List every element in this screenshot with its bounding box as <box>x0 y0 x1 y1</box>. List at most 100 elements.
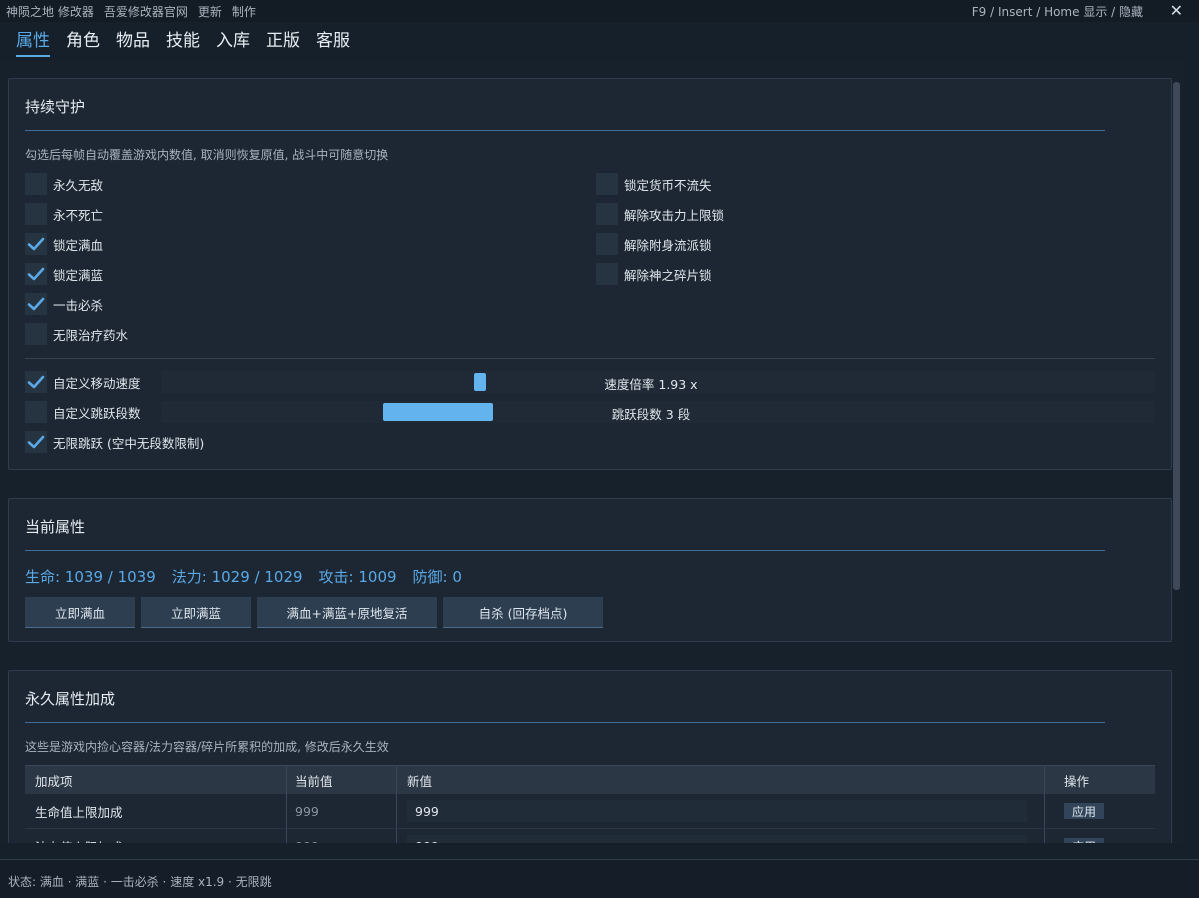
guard-description: 勾选后每帧自动覆盖游戏内数值, 取消则恢复原值, 战斗中可随意切换 <box>25 148 389 162</box>
speed-value: 速度倍率 1.93 x <box>604 377 698 392</box>
bonus-name: 生命值上限加成 <box>25 794 287 828</box>
content-area: 持续守护 勾选后每帧自动覆盖游戏内数值, 取消则恢复原值, 战斗中可随意切换 永… <box>0 62 1185 843</box>
lock-full-mp-option[interactable]: 锁定满蓝 <box>25 263 103 285</box>
one-hit-kill-option[interactable]: 一击必杀 <box>25 293 103 315</box>
header-new: 新值 <box>397 766 1045 794</box>
permanent-bonus-panel: 永久属性加成 这些是游戏内捡心容器/法力容器/碎片所累积的加成, 修改后永久生效… <box>8 670 1172 843</box>
permanent-bonus-title: 永久属性加成 <box>25 690 116 708</box>
lock-currency-option[interactable]: 锁定货币不流失 <box>596 173 712 195</box>
option-label: 无限治疗药水 <box>53 327 129 343</box>
header-action: 操作 <box>1064 773 1090 789</box>
vertical-scrollbar[interactable] <box>1173 82 1180 590</box>
status-bar: 状态: 满血 · 满蓝 · 一击必杀 · 速度 x1.9 · 无限跳 <box>0 859 1199 898</box>
title-divider <box>25 722 1105 723</box>
jump-slider[interactable]: 跳跃段数 3 段 <box>161 401 1154 423</box>
section-divider <box>25 358 1155 359</box>
unlock-god-shard-option[interactable]: 解除神之碎片锁 <box>596 263 712 285</box>
infinite-jump-option[interactable]: 无限跳跃 (空中无段数限制) <box>25 431 204 453</box>
checkbox[interactable] <box>25 173 47 195</box>
checkbox[interactable] <box>25 401 47 423</box>
tab-character[interactable]: 角色 <box>66 26 100 57</box>
apply-button[interactable]: 应用 <box>1064 838 1104 843</box>
apply-button[interactable]: 应用 <box>1064 803 1104 819</box>
unlock-possession-option[interactable]: 解除附身流派锁 <box>596 233 712 255</box>
option-label: 锁定满血 <box>53 237 104 253</box>
checkbox[interactable] <box>25 293 47 315</box>
checkbox[interactable] <box>596 203 618 225</box>
option-label: 解除攻击力上限锁 <box>624 207 725 223</box>
permanent-bonus-description: 这些是游戏内捡心容器/法力容器/碎片所累积的加成, 修改后永久生效 <box>25 740 389 754</box>
speed-slider-handle[interactable] <box>474 373 486 391</box>
header-current: 当前值 <box>287 766 397 794</box>
bonus-current: 999 <box>287 829 397 843</box>
custom-jump-option[interactable]: 自定义跳跃段数 <box>25 401 141 423</box>
bonus-table: 加成项 当前值 新值 操作 生命值上限加成 999 应用 法力值上限加成 999… <box>25 765 1155 843</box>
current-stats-title: 当前属性 <box>25 518 86 536</box>
checkbox[interactable] <box>25 371 47 393</box>
stats-line: 生命: 1039 / 1039 法力: 1029 / 1029 攻击: 1009… <box>25 566 462 587</box>
jump-slider-handle[interactable] <box>383 403 493 421</box>
header-item: 加成项 <box>25 766 287 794</box>
title-bar: 神陨之地 修改器 吾爱修改器官网 更新 制作 F9 / Insert / Hom… <box>0 0 1199 22</box>
official-site-link[interactable]: 吾爱修改器官网 <box>104 3 188 20</box>
option-label: 自定义移动速度 <box>53 375 141 391</box>
option-label: 解除神之碎片锁 <box>624 267 712 283</box>
tab-skills[interactable]: 技能 <box>166 26 200 57</box>
checkbox[interactable] <box>596 263 618 285</box>
checkbox[interactable] <box>596 173 618 195</box>
title-divider <box>25 130 1105 131</box>
mp-stat: 法力: 1029 / 1029 <box>171 568 303 586</box>
attack-stat: 攻击: 1009 <box>318 568 397 586</box>
unlock-attack-cap-option[interactable]: 解除攻击力上限锁 <box>596 203 724 225</box>
tab-items[interactable]: 物品 <box>116 26 150 57</box>
custom-speed-option[interactable]: 自定义移动速度 <box>25 371 141 393</box>
defense-stat: 防御: 0 <box>412 568 462 586</box>
current-stats-panel: 当前属性 生命: 1039 / 1039 法力: 1029 / 1029 攻击:… <box>8 498 1172 642</box>
bonus-new-input[interactable] <box>407 835 1027 843</box>
credits-link[interactable]: 制作 <box>232 3 256 20</box>
table-row: 法力值上限加成 999 应用 <box>25 829 1155 843</box>
main-tabs: 属性 角色 物品 技能 入库 正版 客服 <box>16 26 350 57</box>
app-title: 神陨之地 修改器 <box>6 5 94 19</box>
checkbox[interactable] <box>596 233 618 255</box>
speed-slider[interactable]: 速度倍率 1.93 x <box>161 371 1154 393</box>
title-divider <box>25 550 1105 551</box>
close-icon[interactable]: ✕ <box>1170 1 1183 20</box>
guard-panel: 持续守护 勾选后每帧自动覆盖游戏内数值, 取消则恢复原值, 战斗中可随意切换 永… <box>8 78 1172 470</box>
option-label: 永久无敌 <box>53 177 104 193</box>
option-label: 无限跳跃 (空中无段数限制) <box>53 435 205 451</box>
tab-genuine[interactable]: 正版 <box>266 26 300 57</box>
checkbox[interactable] <box>25 233 47 255</box>
suicide-button[interactable]: 自杀 (回存档点) <box>443 597 603 628</box>
bonus-name: 法力值上限加成 <box>25 829 287 843</box>
full-revive-button[interactable]: 满血+满蓝+原地复活 <box>257 597 437 628</box>
hotkey-hint: F9 / Insert / Home 显示 / 隐藏 <box>971 5 1143 19</box>
checkbox[interactable] <box>25 203 47 225</box>
full-mp-button[interactable]: 立即满蓝 <box>141 597 251 628</box>
bonus-current: 999 <box>287 794 397 828</box>
check-icon <box>27 267 45 281</box>
never-die-option[interactable]: 永不死亡 <box>25 203 103 225</box>
checkbox[interactable] <box>25 263 47 285</box>
tab-storage[interactable]: 入库 <box>216 26 250 57</box>
god-mode-option[interactable]: 永久无敌 <box>25 173 103 195</box>
tab-support[interactable]: 客服 <box>316 26 350 57</box>
tab-attributes[interactable]: 属性 <box>16 26 50 57</box>
check-icon <box>27 435 45 449</box>
checkbox[interactable] <box>25 323 47 345</box>
jump-value: 跳跃段数 3 段 <box>611 407 691 422</box>
bonus-new-input[interactable] <box>407 800 1027 822</box>
action-buttons: 立即满血 立即满蓝 满血+满蓝+原地复活 自杀 (回存档点) <box>25 597 603 628</box>
update-link[interactable]: 更新 <box>198 3 222 20</box>
infinite-potion-option[interactable]: 无限治疗药水 <box>25 323 128 345</box>
option-label: 锁定满蓝 <box>53 267 104 283</box>
check-icon <box>27 297 45 311</box>
option-label: 锁定货币不流失 <box>624 177 712 193</box>
check-icon <box>27 375 45 389</box>
hp-stat: 生命: 1039 / 1039 <box>25 568 156 586</box>
full-hp-button[interactable]: 立即满血 <box>25 597 135 628</box>
title-links: 神陨之地 修改器 吾爱修改器官网 更新 制作 <box>6 3 256 20</box>
option-label: 一击必杀 <box>53 297 104 313</box>
lock-full-hp-option[interactable]: 锁定满血 <box>25 233 103 255</box>
checkbox[interactable] <box>25 431 47 453</box>
